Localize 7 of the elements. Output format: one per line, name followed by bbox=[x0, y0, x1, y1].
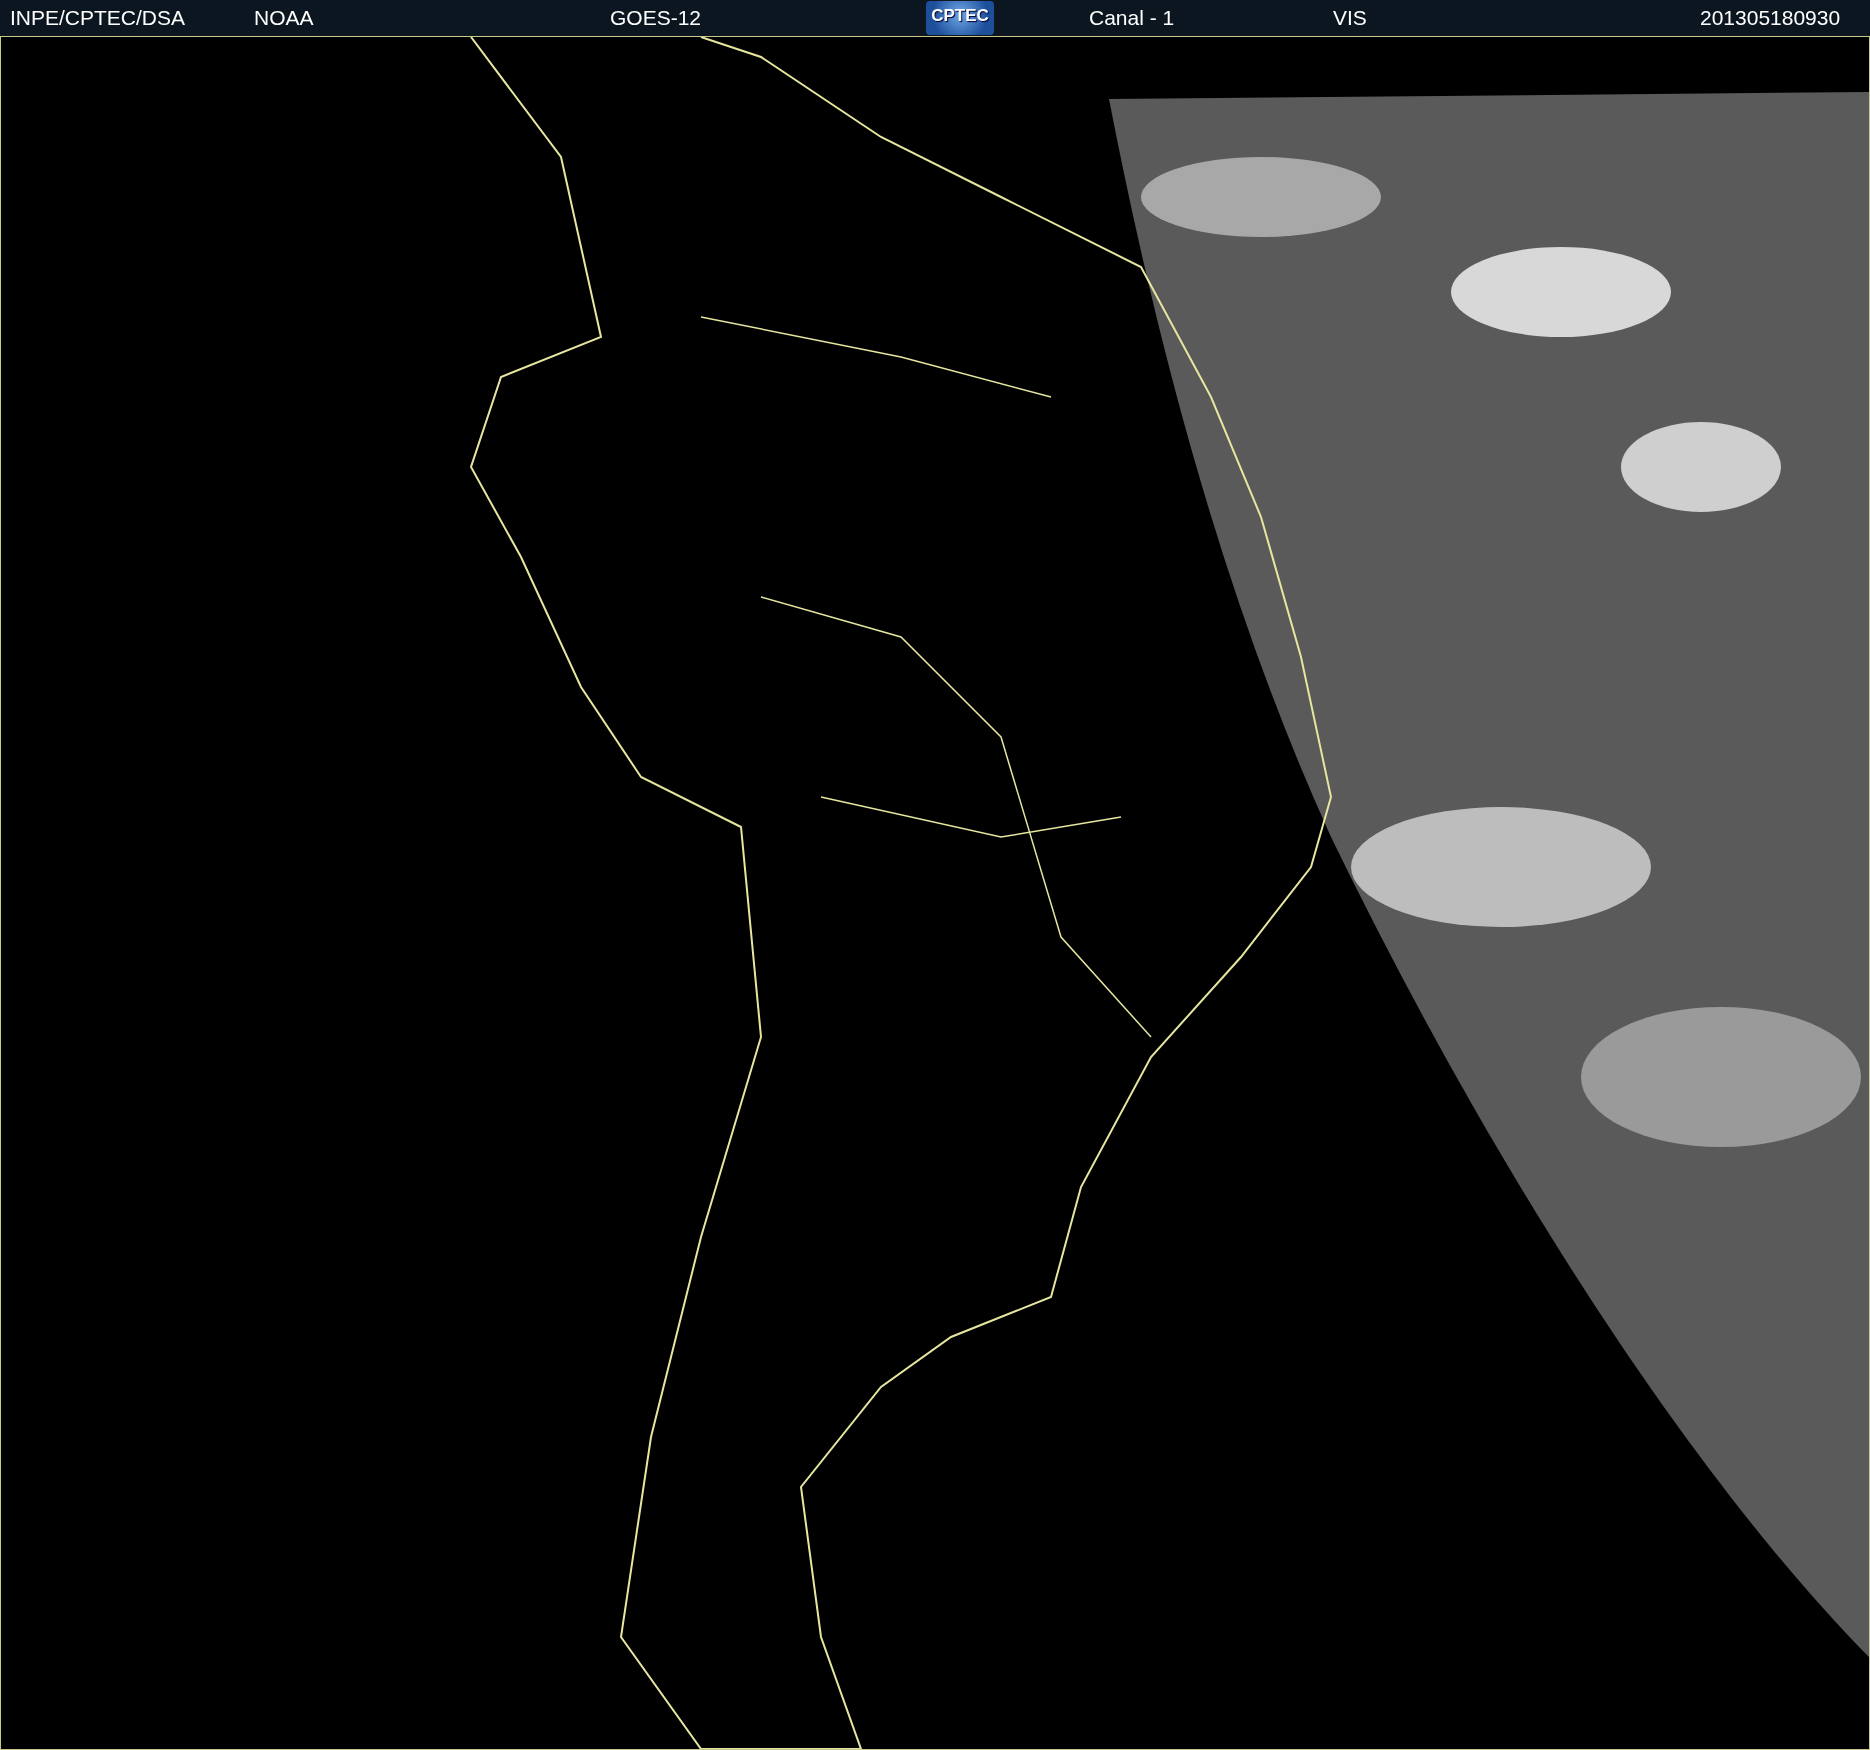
header-label: GOES-12 bbox=[610, 6, 702, 29]
header-label: Canal - 1 bbox=[1089, 6, 1175, 29]
header-label: 201305180930 bbox=[1700, 6, 1841, 29]
cptec-logo: CPTEC bbox=[926, 1, 994, 35]
header-label: NOAA bbox=[254, 6, 314, 29]
header-label: INPE/CPTEC/DSA bbox=[10, 6, 186, 29]
header-label: VIS bbox=[1333, 6, 1367, 29]
